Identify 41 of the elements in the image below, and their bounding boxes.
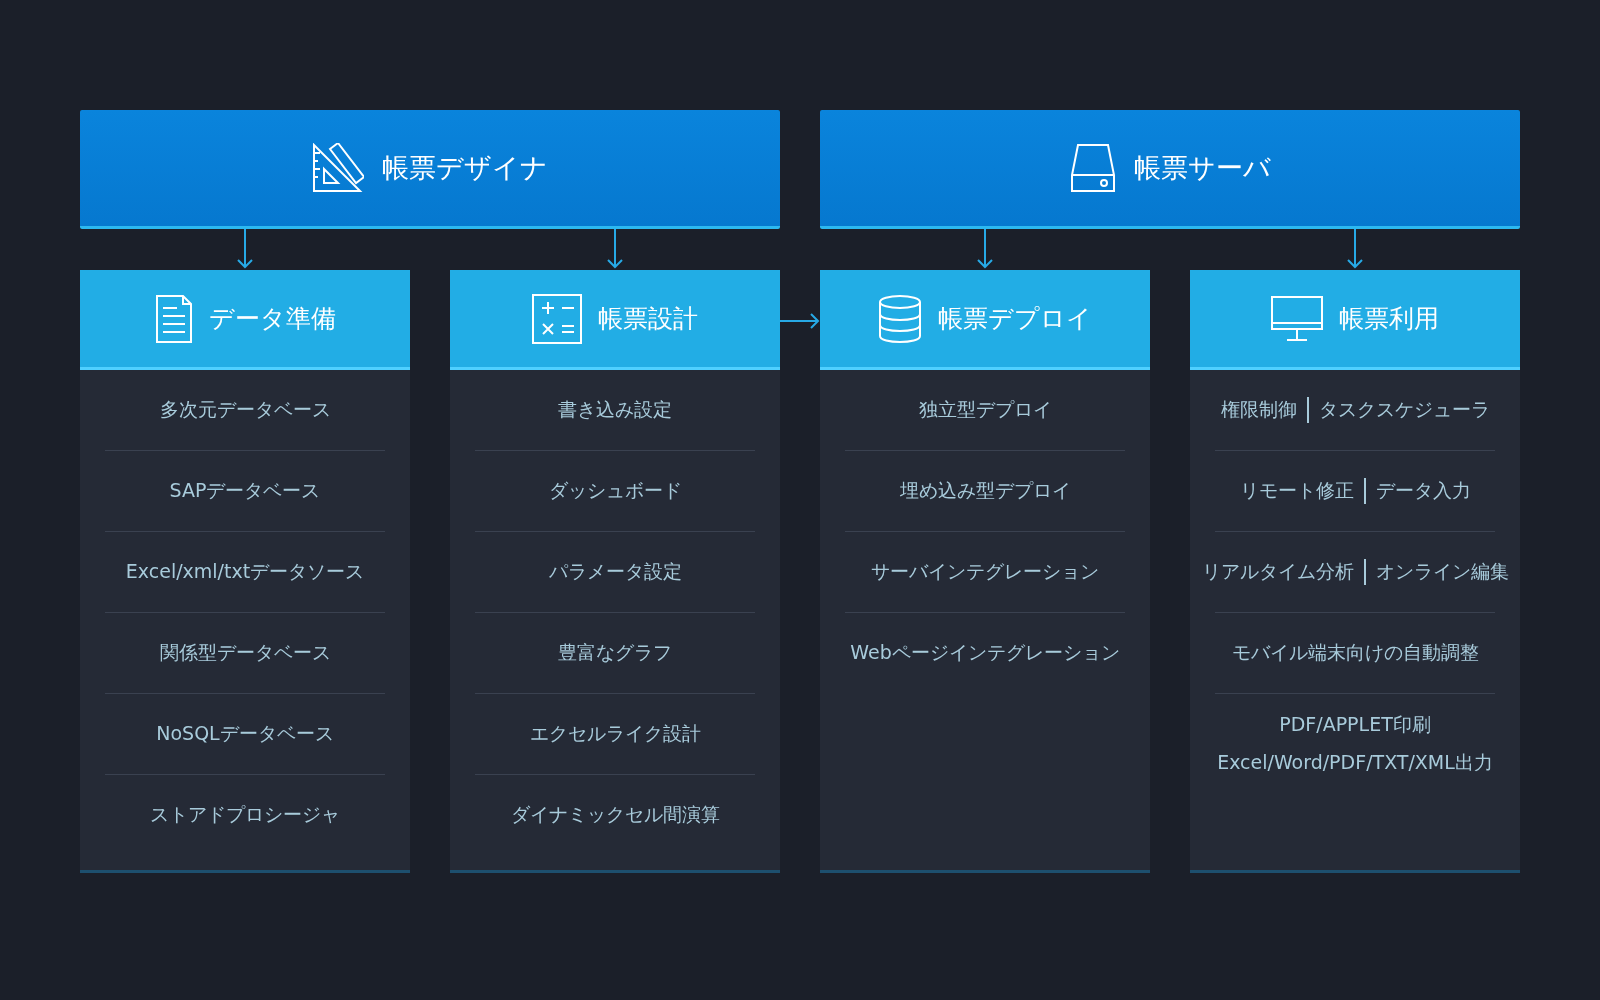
item-text: 埋め込み型デプロイ [899, 478, 1071, 503]
item-text: Excel/Word/PDF/TXT/XML出力 [1217, 750, 1493, 775]
item-text: PDF/APPLET印刷 [1279, 712, 1431, 737]
item-text: 関係型データベース [159, 640, 331, 665]
item-text: タスクスケジューラ [1318, 397, 1490, 422]
item-text: リアルタイム分析 [1201, 559, 1354, 584]
item-text: リモート修正 [1239, 478, 1354, 503]
database-icon [878, 293, 922, 344]
card-title: 帳票設計 [598, 303, 698, 335]
card-title: データ準備 [208, 303, 336, 335]
calculator-icon [532, 293, 582, 344]
down-arrow-icon [237, 229, 253, 269]
item-text: Webページインテグレーション [850, 640, 1120, 665]
down-arrow-icon [1347, 229, 1363, 269]
item-text: パラメータ設定 [548, 559, 682, 584]
item-text: オンライン編集 [1375, 559, 1509, 584]
document-icon [154, 293, 193, 344]
card-title: 帳票デプロイ [938, 303, 1092, 335]
item-text: データ入力 [1375, 478, 1471, 503]
item-text: 独立型デプロイ [918, 397, 1052, 422]
down-arrow-icon [977, 229, 993, 269]
item-text: Excel/xml/txtデータソース [125, 559, 365, 584]
hard-drive-icon [1069, 143, 1116, 193]
item-text: エクセルライク設計 [529, 721, 701, 746]
down-arrow-icon [607, 229, 623, 269]
monitor-icon [1271, 295, 1323, 342]
banner-title: 帳票サーバ [1133, 151, 1271, 185]
item-text: SAPデータベース [169, 478, 321, 503]
item-text: 豊富なグラフ [558, 640, 672, 665]
item-text: 多次元データベース [159, 397, 331, 422]
item-text: NoSQLデータベース [156, 721, 334, 746]
item-text: 書き込み設定 [558, 397, 672, 422]
item-text: ストアドプロシージャ [150, 802, 340, 827]
item-text: ダイナミックセル間演算 [510, 802, 720, 827]
item-text: サーバインテグレーション [871, 559, 1099, 584]
card-title: 帳票利用 [1339, 303, 1439, 335]
ruler-triangle-icon [312, 143, 364, 193]
item-text: モバイル端末向けの自動調整 [1231, 640, 1479, 665]
banner-title: 帳票デザイナ [382, 151, 548, 185]
item-text: ダッシュボード [548, 478, 682, 503]
item-text: 権限制御 [1220, 397, 1297, 422]
